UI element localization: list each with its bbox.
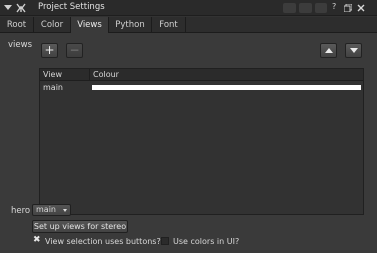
help-icon[interactable]: ?	[332, 2, 336, 11]
tab-python[interactable]: Python	[109, 17, 152, 33]
view-selection-buttons-label: View selection uses buttons?	[45, 237, 161, 246]
lock-icon[interactable]	[283, 3, 296, 13]
setup-stereo-button[interactable]: Set up views for stereo	[32, 220, 128, 233]
copy-icon[interactable]	[315, 3, 327, 13]
view-name-cell[interactable]: main	[43, 83, 63, 92]
tab-font[interactable]: Font	[152, 17, 186, 33]
collapse-arrow-icon[interactable]	[4, 5, 12, 10]
view-selection-buttons-checkbox[interactable]: ✖	[33, 236, 41, 245]
close-icon[interactable]	[357, 4, 365, 12]
column-header-view[interactable]: View	[43, 70, 62, 79]
use-colors-label: Use colors in UI?	[173, 237, 240, 246]
hero-dropdown-value: main	[36, 205, 56, 214]
hero-dropdown[interactable]: main	[32, 204, 71, 216]
remove-view-button[interactable]: −	[66, 43, 83, 58]
window-title: Project Settings	[38, 2, 105, 12]
tab-color[interactable]: Color	[34, 17, 71, 33]
pin-icon[interactable]	[344, 4, 352, 12]
table-header: View Colour	[40, 69, 363, 81]
move-down-button[interactable]	[345, 43, 362, 58]
node-settings-icon	[16, 3, 26, 13]
tab-root[interactable]: Root	[0, 17, 34, 33]
arrow-up-icon	[325, 48, 333, 53]
add-view-button[interactable]: +	[41, 43, 58, 58]
tab-views[interactable]: Views	[71, 17, 109, 33]
views-label: views	[8, 40, 33, 50]
column-divider	[89, 69, 90, 81]
title-bar: Project Settings ?	[0, 0, 377, 16]
views-table: View Colour main	[39, 68, 364, 215]
views-panel: views + − View Colour main hero main Set…	[0, 33, 377, 253]
move-up-button[interactable]	[320, 43, 337, 58]
use-colors-checkbox[interactable]	[161, 237, 169, 245]
hero-label: hero	[11, 206, 31, 216]
arrow-down-icon	[350, 48, 358, 53]
column-header-colour[interactable]: Colour	[93, 70, 119, 79]
float-icon[interactable]	[299, 3, 312, 13]
tab-bar: Root Color Views Python Font	[0, 17, 377, 33]
view-colour-swatch[interactable]	[92, 85, 361, 90]
chevron-down-icon	[63, 209, 67, 212]
